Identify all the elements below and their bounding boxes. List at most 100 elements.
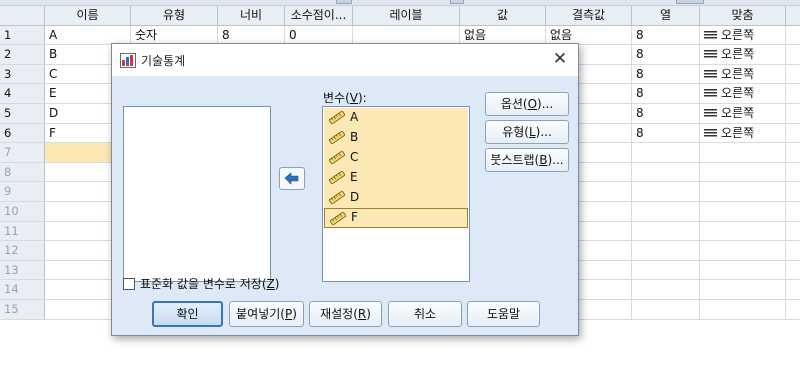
reset-button[interactable]: 재설정(R): [309, 301, 382, 327]
move-variable-button[interactable]: [279, 167, 305, 190]
grid-cell[interactable]: [700, 182, 786, 202]
grid-cell[interactable]: 8: [632, 123, 700, 144]
column-header[interactable]: 유형: [131, 6, 218, 26]
variable-item[interactable]: A: [324, 108, 468, 128]
row-number[interactable]: 9: [0, 182, 45, 202]
grid-cell[interactable]: [632, 300, 700, 320]
variable-name: D: [350, 190, 360, 204]
variable-item[interactable]: D: [324, 188, 468, 208]
grid-cell[interactable]: [700, 300, 786, 320]
grid-cell[interactable]: [700, 143, 786, 163]
grid-cell[interactable]: [786, 202, 800, 222]
row-number[interactable]: 2: [0, 45, 45, 65]
grid-cell[interactable]: [786, 261, 800, 281]
paste-button[interactable]: 붙여넣기(P): [229, 301, 304, 327]
grid-cell[interactable]: 8: [632, 25, 700, 46]
grid-cell[interactable]: 오른쪽: [700, 25, 786, 46]
grid-cell[interactable]: [786, 222, 800, 242]
variable-item[interactable]: B: [324, 128, 468, 148]
row-number[interactable]: 13: [0, 260, 45, 281]
cancel-button[interactable]: 취소: [388, 301, 462, 327]
descriptives-dialog: 기술통계 ✕ 변수(V): ABCEDF 옵션(O)... 유형(L)... 붓…: [111, 43, 579, 336]
row-number[interactable]: 4: [0, 84, 45, 104]
grid-cell[interactable]: [786, 163, 800, 183]
variable-item[interactable]: F: [324, 208, 468, 228]
close-icon[interactable]: ✕: [548, 48, 572, 72]
variable-item[interactable]: E: [324, 168, 468, 188]
grid-cell[interactable]: [632, 221, 700, 242]
row-number[interactable]: 10: [0, 202, 45, 222]
grid-cell[interactable]: [786, 143, 800, 163]
grid-cell[interactable]: [786, 65, 800, 85]
column-header[interactable]: [0, 6, 45, 26]
grid-cell[interactable]: [700, 260, 786, 281]
grid-cell[interactable]: [786, 104, 800, 124]
column-header[interactable]: 레이블: [353, 6, 460, 26]
column-header[interactable]: 열: [632, 6, 700, 26]
row-number[interactable]: 12: [0, 241, 45, 261]
ok-button[interactable]: 확인: [152, 301, 223, 327]
column-header[interactable]: [786, 6, 800, 26]
column-header[interactable]: 값: [460, 6, 546, 26]
variable-item[interactable]: C: [324, 148, 468, 168]
grid-cell[interactable]: 오른쪽: [700, 84, 786, 104]
grid-cell[interactable]: [632, 162, 700, 183]
align-right-icon: [704, 69, 717, 79]
align-right-icon: [704, 50, 717, 60]
row-number[interactable]: 5: [0, 104, 45, 124]
row-number[interactable]: 15: [0, 300, 45, 320]
standardize-checkbox[interactable]: 표준화 값을 변수로 저장(Z): [123, 276, 279, 292]
align-right-icon: [704, 128, 717, 138]
grid-cell[interactable]: 오른쪽: [700, 64, 786, 85]
grid-cell[interactable]: [632, 202, 700, 222]
grid-cell[interactable]: 오른쪽: [700, 123, 786, 144]
grid-cell[interactable]: [632, 260, 700, 281]
column-header[interactable]: 결측값: [546, 6, 632, 26]
grid-cell[interactable]: 오른쪽: [700, 45, 786, 65]
checkbox-box[interactable]: [123, 278, 135, 290]
source-variable-list[interactable]: [123, 106, 271, 282]
row-number[interactable]: 14: [0, 280, 45, 300]
row-number[interactable]: 3: [0, 64, 45, 85]
arrow-left-icon: [284, 172, 299, 185]
row-number[interactable]: 8: [0, 162, 45, 183]
column-header[interactable]: 소수점이...: [285, 6, 353, 26]
column-header[interactable]: 너비: [218, 6, 285, 26]
grid-cell[interactable]: [632, 241, 700, 261]
grid-cell[interactable]: [786, 300, 800, 320]
grid-cell[interactable]: [632, 182, 700, 202]
bootstrap-button[interactable]: 붓스트랩(B)...: [485, 148, 569, 172]
grid-cell[interactable]: [786, 26, 800, 46]
grid-cell[interactable]: 8: [632, 84, 700, 104]
grid-cell[interactable]: [786, 182, 800, 202]
grid-cell[interactable]: [632, 280, 700, 300]
grid-cell[interactable]: [700, 202, 786, 222]
grid-cell[interactable]: [786, 45, 800, 65]
grid-cell[interactable]: [700, 241, 786, 261]
grid-cell[interactable]: 8: [632, 45, 700, 65]
column-header[interactable]: 맞춤: [700, 6, 786, 26]
align-value: 오른쪽: [721, 66, 755, 81]
column-header[interactable]: 이름: [45, 6, 131, 26]
style-button[interactable]: 유형(L)...: [485, 120, 569, 144]
grid-cell[interactable]: [700, 280, 786, 300]
grid-cell[interactable]: [700, 162, 786, 183]
grid-cell[interactable]: 8: [632, 64, 700, 85]
grid-cell[interactable]: [632, 143, 700, 163]
help-button[interactable]: 도움말: [467, 301, 540, 327]
row-number[interactable]: 1: [0, 25, 45, 46]
grid-cell[interactable]: 8: [632, 104, 700, 124]
grid-cell[interactable]: [700, 221, 786, 242]
grid-cell[interactable]: [786, 241, 800, 261]
grid-cell[interactable]: [786, 84, 800, 104]
row-number[interactable]: 7: [0, 143, 45, 163]
align-right-icon: [704, 30, 717, 40]
options-button[interactable]: 옵션(O)...: [485, 92, 569, 116]
row-number[interactable]: 11: [0, 221, 45, 242]
selected-variable-list[interactable]: ABCEDF: [322, 106, 470, 282]
grid-header-row: 이름 유형 너비 소수점이... 레이블 값 결측값 열 맞춤: [0, 6, 800, 26]
grid-cell[interactable]: 오른쪽: [700, 104, 786, 124]
grid-cell[interactable]: [786, 124, 800, 144]
row-number[interactable]: 6: [0, 123, 45, 144]
grid-cell[interactable]: [786, 280, 800, 300]
